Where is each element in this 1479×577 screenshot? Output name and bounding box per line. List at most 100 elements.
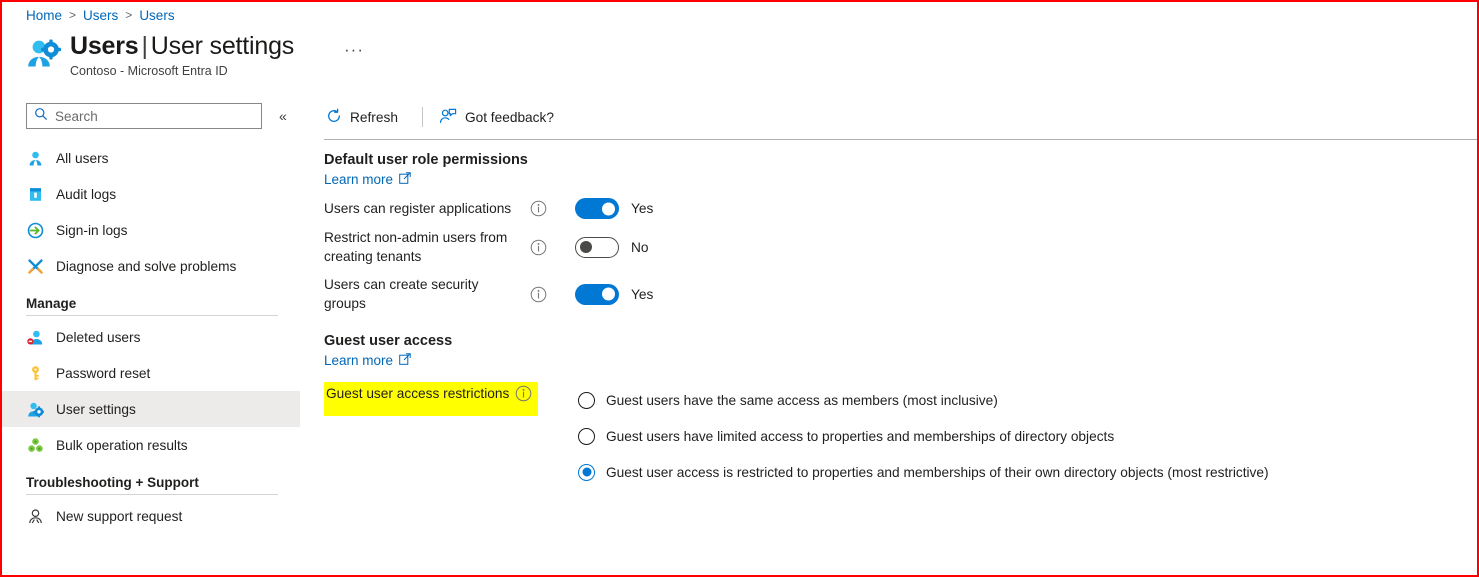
main-content: Default user role permissions Learn more… — [324, 152, 1477, 575]
breadcrumb-separator-icon: > — [69, 8, 77, 22]
sidebar-item-label: New support request — [56, 508, 183, 524]
breadcrumb-item-users[interactable]: Users — [83, 8, 118, 23]
got-feedback-button[interactable]: Got feedback? — [437, 104, 562, 131]
learn-more-link-permissions[interactable]: Learn more — [324, 172, 411, 187]
page-subtitle: Contoso - Microsoft Entra ID — [70, 64, 228, 78]
radio-option-limited-access[interactable]: Guest users have limited access to prope… — [578, 418, 1269, 454]
radio-button[interactable] — [578, 427, 595, 445]
learn-more-link-guest[interactable]: Learn more — [324, 353, 411, 368]
breadcrumb: Home > Users > Users — [26, 4, 175, 26]
setting-row: Restrict non-admin users from creating t… — [324, 228, 1477, 266]
command-bar: Refresh Got feedback? — [324, 102, 562, 132]
external-link-icon — [393, 172, 411, 187]
toggle-knob — [602, 287, 615, 301]
sidebar-item-label: All users — [56, 150, 109, 166]
user-gear-icon — [26, 400, 45, 419]
breadcrumb-item-home[interactable]: Home — [26, 8, 62, 23]
sidebar-item-label: Password reset — [56, 365, 151, 381]
page-title: Users | User settings — [70, 30, 294, 62]
page-title-sub: User settings — [150, 32, 295, 60]
refresh-icon — [326, 108, 350, 127]
sidebar-item-bulk-operation-results[interactable]: Bulk operation results — [2, 427, 300, 463]
sidebar-group-title-troubleshooting: Troubleshooting + Support — [26, 475, 199, 490]
users-can-create-security-groups-toggle[interactable] — [575, 283, 619, 305]
sidebar-divider — [26, 494, 278, 495]
info-icon[interactable] — [530, 200, 547, 217]
search-input[interactable] — [55, 108, 245, 124]
search-box[interactable] — [26, 103, 262, 129]
sidebar-item-label: Deleted users — [56, 329, 141, 345]
section-heading: Guest user access — [324, 333, 453, 349]
radio-option-most-restrictive[interactable]: Guest user access is restricted to prope… — [578, 454, 1269, 490]
sidebar-item-label: Diagnose and solve problems — [56, 258, 237, 274]
user-icon — [26, 149, 45, 168]
refresh-button[interactable]: Refresh — [324, 104, 406, 131]
toggle-state-label: Yes — [631, 201, 654, 216]
setting-row: Users can create security groups Yes — [324, 275, 1477, 313]
restrict-non-admin-users-toggle[interactable] — [575, 236, 619, 258]
info-icon[interactable] — [515, 385, 532, 402]
guest-user-access-section: Guest user access Learn more Guest user … — [324, 333, 1477, 490]
sidebar-item-deleted-users[interactable]: Deleted users — [2, 319, 300, 355]
guest-restrictions-row: Guest user access restrictions Guest use… — [324, 382, 1477, 490]
radio-label: Guest user access is restricted to prope… — [606, 464, 1269, 480]
radio-label: Guest users have limited access to prope… — [606, 428, 1115, 444]
sidebar-item-label: User settings — [56, 401, 136, 417]
collapse-sidebar-button[interactable]: « — [275, 107, 291, 125]
radio-label: Guest users have the same access as memb… — [606, 392, 998, 408]
learn-more-label: Learn more — [324, 353, 394, 368]
sidebar-group-title-manage: Manage — [26, 296, 77, 311]
sidebar-item-all-users[interactable]: All users — [2, 140, 300, 176]
breadcrumb-separator-icon: > — [125, 8, 133, 22]
page-title-divider: | — [141, 32, 149, 60]
sidebar-nav: All users Audit logs Sign-in logs Diagno… — [2, 140, 300, 575]
learn-more-label: Learn more — [324, 172, 394, 187]
sidebar-item-password-reset[interactable]: Password reset — [2, 355, 300, 391]
sidebar-item-label: Audit logs — [56, 186, 117, 202]
refresh-label: Refresh — [350, 109, 398, 125]
search-icon — [34, 107, 48, 126]
more-options-button[interactable]: ··· — [338, 40, 370, 60]
toggle-state-label: Yes — [631, 286, 654, 302]
key-icon — [26, 364, 45, 383]
toggle-knob — [580, 241, 592, 253]
command-bar-divider — [421, 107, 423, 127]
sidebar-item-diagnose-and-solve-problems[interactable]: Diagnose and solve problems — [2, 248, 300, 284]
toggle-state-label: No — [631, 239, 649, 255]
feedback-label: Got feedback? — [464, 109, 554, 125]
sidebar-item-label: Bulk operation results — [56, 437, 188, 453]
bulk-clover-icon — [26, 436, 45, 455]
guest-user-access-restrictions-highlight: Guest user access restrictions — [324, 382, 539, 416]
sidebar-item-user-settings[interactable]: User settings — [2, 391, 300, 427]
radio-button-selected[interactable] — [578, 463, 595, 481]
sidebar-item-audit-logs[interactable]: Audit logs — [2, 176, 300, 212]
setting-label: Users can register applications — [324, 201, 512, 216]
user-delete-icon — [26, 328, 45, 347]
users-can-register-applications-toggle[interactable] — [575, 198, 619, 219]
users-settings-icon — [24, 36, 62, 74]
page-title-main: Users — [70, 32, 139, 60]
book-icon — [26, 185, 45, 204]
breadcrumb-item-users-current[interactable]: Users — [139, 8, 174, 23]
radio-button[interactable] — [578, 391, 595, 409]
toggle-area: No — [575, 236, 649, 258]
guest-restrictions-label: Guest user access restrictions — [326, 386, 510, 401]
radio-option-same-access[interactable]: Guest users have the same access as memb… — [578, 382, 1269, 418]
sidebar-divider — [26, 315, 278, 316]
sidebar-item-new-support-request[interactable]: New support request — [2, 498, 300, 534]
guest-access-radio-group: Guest users have the same access as memb… — [578, 382, 1269, 490]
guest-restrictions-label-cell: Guest user access restrictions — [324, 382, 552, 490]
sign-in-arrow-icon — [26, 221, 45, 240]
page-header: Users | User settings Contoso - Microsoft … — [24, 30, 294, 78]
default-user-role-permissions-section: Default user role permissions Learn more… — [324, 152, 1477, 313]
support-person-icon — [26, 507, 45, 526]
info-icon[interactable] — [530, 239, 547, 256]
toggle-area: Yes — [575, 283, 654, 305]
wrench-screwdriver-icon — [26, 257, 45, 276]
setting-row: Users can register applications Yes — [324, 198, 1477, 219]
sidebar-item-sign-in-logs[interactable]: Sign-in logs — [2, 212, 300, 248]
section-heading: Default user role permissions — [324, 152, 528, 168]
info-icon[interactable] — [530, 286, 547, 303]
setting-label: Restrict non-admin users from creating t… — [324, 230, 508, 264]
toggle-area: Yes — [575, 198, 653, 219]
